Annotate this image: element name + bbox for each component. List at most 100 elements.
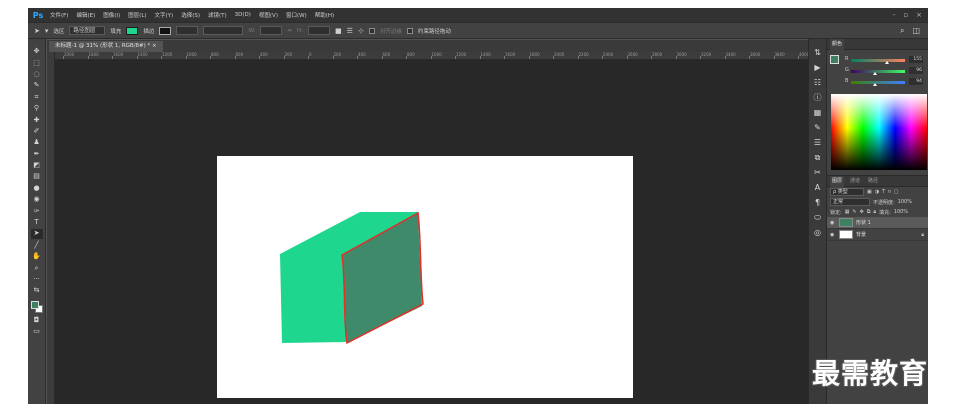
constrain-path-checkbox[interactable] [406,27,413,34]
height-field[interactable]: H: [297,28,303,34]
slider-g-track[interactable] [851,70,905,73]
lock-pixels-icon[interactable]: ▦ [845,209,850,215]
slider-b-value[interactable]: 94 [909,78,923,85]
quick-select-tool-icon[interactable]: ✎ [31,81,43,90]
close-button[interactable]: × [916,11,922,19]
menu-file[interactable]: 文件(F) [46,11,72,19]
filter-smart-icon[interactable]: ▢ [894,189,899,195]
path-arrangement-icon[interactable]: ⊹ [358,27,364,35]
cube-front-face[interactable] [280,254,347,343]
maximize-button[interactable]: ▫ [903,11,908,19]
paragraph-panel-icon[interactable]: ¶ [815,199,820,207]
width-field[interactable]: W: [248,28,255,34]
align-edges-checkbox[interactable] [368,27,375,34]
slider-g-thumb[interactable] [873,72,877,75]
swap-colors-icon[interactable]: ⇆ [31,286,43,295]
healing-brush-tool-icon[interactable]: ✚ [31,115,43,124]
type-tool-icon[interactable]: T [31,218,43,227]
hand-tool-icon[interactable]: ✋ [31,252,43,261]
blur-tool-icon[interactable]: ● [31,184,43,193]
vertical-ruler[interactable] [47,52,55,404]
shape-tool-icon[interactable]: ╱ [31,241,43,250]
path-selection-tool-icon[interactable]: ➤ [30,229,43,239]
slider-r-track[interactable] [851,59,905,62]
fill-value[interactable]: 100% [894,209,908,215]
width-input[interactable] [260,26,283,35]
canvas-area[interactable] [55,60,808,404]
foreground-color-swatch[interactable] [30,300,39,309]
lasso-tool-icon[interactable]: ◌ [31,70,43,79]
lock-artboard-icon[interactable]: ⧉ [867,209,871,215]
mode-select[interactable]: 路径图层 [69,26,106,35]
slider-b[interactable]: B 94 [845,78,928,86]
eraser-tool-icon[interactable]: ◩ [31,161,43,170]
gradient-tool-icon[interactable]: ▤ [31,172,43,181]
search-icon[interactable]: ⌕ [900,26,904,36]
color-swatches[interactable] [30,300,44,314]
zoom-tool-icon[interactable]: ⌕ [31,263,43,272]
lock-brush-icon[interactable]: ✎ [852,209,856,215]
slider-r-value[interactable]: 155 [909,56,923,63]
adjustments-panel-icon[interactable]: ☷ [814,79,821,87]
menu-edit[interactable]: 编辑(E) [72,11,99,19]
path-select-tool-icon[interactable]: ➤ [34,27,40,35]
tab-channels[interactable]: 通道 [848,176,862,187]
fill-color-swatch[interactable] [126,26,139,35]
filter-adjust-icon[interactable]: ◑ [875,189,879,195]
slider-b-track[interactable] [851,81,905,84]
brush-tool-icon[interactable]: ✐ [31,127,43,136]
document-canvas[interactable] [217,156,633,398]
actions-panel-icon[interactable]: ▶ [814,64,820,72]
eye-icon[interactable]: ◉ [830,220,836,226]
move-tool-icon[interactable]: ✥ [31,47,43,56]
more-tools-icon[interactable]: ··· [31,275,43,284]
dodge-tool-icon[interactable]: ◉ [31,195,43,204]
workspace-icon[interactable]: ◫ [912,26,920,36]
3d-panel-icon[interactable]: ⬭ [814,214,821,222]
stroke-width-field[interactable] [176,26,199,35]
menu-layer[interactable]: 图层(L) [124,11,150,19]
slider-r-thumb[interactable] [885,61,889,64]
marquee-tool-icon[interactable]: ⬚ [31,58,43,67]
tool-presets-panel-icon[interactable]: ✂ [814,169,821,177]
filter-shape-icon[interactable]: ⌑ [888,189,891,195]
menu-help[interactable]: 帮助(H) [311,11,338,19]
menu-type[interactable]: 文字(Y) [151,11,178,19]
history-panel-icon[interactable]: ⇅ [814,49,821,57]
opacity-value[interactable]: 100% [898,199,912,205]
color-spectrum[interactable] [831,94,927,170]
character-panel-icon[interactable]: A [815,184,820,192]
slider-g[interactable]: G 96 [845,67,928,75]
brush-settings-panel-icon[interactable]: ☰ [814,139,821,147]
menu-3d[interactable]: 3D(D) [231,12,255,18]
tab-layers[interactable]: 图层 [830,175,845,187]
menu-select[interactable]: 选择(S) [177,11,204,19]
layer-row-shape[interactable]: ◉ 形状 1 [827,217,928,229]
menu-view[interactable]: 视图(V) [255,11,282,19]
menu-window[interactable]: 窗口(W) [282,11,311,19]
minimize-button[interactable]: - [893,11,896,19]
lock-all-icon[interactable]: 🔒︎ [873,209,876,215]
lock-move-icon[interactable]: ✥ [860,209,864,215]
filter-pixel-icon[interactable]: ▣ [867,189,872,195]
slider-b-thumb[interactable] [873,83,877,86]
menu-filter[interactable]: 滤镜(T) [204,11,231,19]
screen-mode-icon[interactable]: ▭ [31,327,43,336]
path-alignment-icon[interactable]: ☰ [347,27,353,35]
chevron-down-icon[interactable]: ▾ [45,27,49,35]
path-operations-icon[interactable]: ■ [335,27,342,35]
info-panel-icon[interactable]: ⓘ [814,94,822,102]
quick-mask-icon[interactable]: ◘ [31,316,43,325]
pen-tool-icon[interactable]: ✑ [31,206,43,215]
layer-kind-select[interactable]: ρ 类型 [830,188,864,196]
document-tab[interactable]: 未标题-1 @ 31% (形状 1, RGB/8#) * × [49,41,163,52]
brushes-panel-icon[interactable]: ✎ [814,124,821,132]
tab-paths[interactable]: 路径 [866,176,880,187]
layer-row-background[interactable]: ◉ 背景 🔒︎ [827,229,928,241]
clone-stamp-tool-icon[interactable]: ♟ [31,138,43,147]
layer-name[interactable]: 形状 1 [856,219,871,226]
clone-source-panel-icon[interactable]: ⧉ [815,154,821,162]
timeline-panel-icon[interactable]: ◎ [814,229,821,237]
stroke-type-select[interactable] [203,26,244,35]
swatches-panel-icon[interactable]: ▦ [814,109,822,117]
